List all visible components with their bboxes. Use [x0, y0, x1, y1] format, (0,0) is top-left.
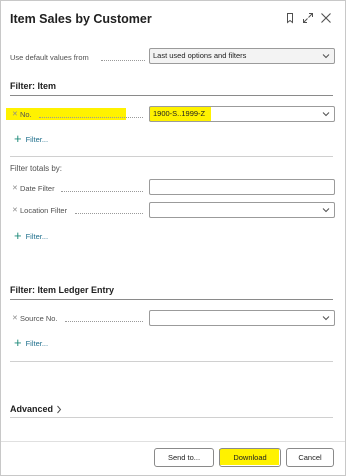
chevron-down-icon — [322, 316, 330, 321]
chevron-down-icon — [322, 208, 330, 213]
filter-ledger-heading: Filter: Item Ledger Entry — [10, 285, 115, 295]
section-divider — [10, 417, 333, 418]
no-filter-field[interactable]: 1900-S..1999-Z — [149, 106, 335, 122]
add-ledger-filter-link[interactable]: + Filter... — [14, 335, 49, 350]
cancel-button[interactable]: Cancel — [286, 448, 334, 467]
defaults-select[interactable]: Last used options and filters — [149, 48, 335, 64]
add-filter-label: Filter... — [25, 134, 49, 144]
no-leader-dots — [39, 117, 143, 118]
source-no-select[interactable] — [149, 310, 335, 326]
add-filter-label: Filter... — [25, 231, 49, 241]
add-item-filter-link[interactable]: + Filter... — [14, 131, 49, 146]
plus-icon: + — [14, 131, 22, 146]
plus-icon: + — [14, 228, 22, 243]
bookmark-icon[interactable] — [283, 11, 297, 25]
filter-item-heading: Filter: Item — [10, 81, 57, 91]
defaults-select-value: Last used options and filters — [153, 51, 247, 60]
dialog-title: Item Sales by Customer — [10, 12, 152, 26]
remove-filter-icon[interactable]: ✕ — [12, 206, 18, 214]
remove-filter-icon[interactable]: ✕ — [12, 110, 18, 118]
download-button[interactable]: Download — [219, 448, 281, 467]
location-filter-select[interactable] — [149, 202, 335, 218]
chevron-down-icon — [322, 54, 330, 59]
plus-icon: + — [14, 335, 22, 350]
section-divider — [10, 361, 333, 362]
close-icon[interactable] — [319, 11, 333, 25]
report-request-dialog: Item Sales by Customer Use default value… — [0, 0, 346, 476]
source-leader-dots — [65, 321, 143, 322]
location-leader-dots — [75, 213, 143, 214]
chevron-down-icon — [322, 112, 330, 117]
advanced-toggle[interactable]: Advanced — [10, 404, 62, 414]
filter-totals-heading: Filter totals by: — [10, 164, 63, 173]
no-filter-label: No. — [20, 110, 32, 119]
advanced-label: Advanced — [10, 404, 54, 414]
chevron-right-icon — [57, 405, 62, 413]
location-filter-label: Location Filter — [20, 206, 68, 215]
remove-filter-icon[interactable]: ✕ — [12, 184, 18, 192]
section-divider — [10, 299, 333, 300]
add-filter-label: Filter... — [25, 338, 49, 348]
expand-icon[interactable] — [301, 11, 315, 25]
source-no-label: Source No. — [20, 314, 58, 323]
send-to-button[interactable]: Send to... — [154, 448, 214, 467]
date-filter-input[interactable] — [149, 179, 335, 195]
remove-filter-icon[interactable]: ✕ — [12, 314, 18, 322]
date-filter-label: Date Filter — [20, 184, 55, 193]
date-leader-dots — [61, 191, 143, 192]
no-filter-value: 1900-S..1999-Z — [153, 109, 206, 118]
section-divider — [10, 156, 333, 157]
footer-divider — [1, 441, 345, 442]
add-totals-filter-link[interactable]: + Filter... — [14, 228, 49, 243]
defaults-label: Use default values from — [10, 53, 89, 62]
section-divider — [10, 95, 333, 96]
defaults-leader-dots — [101, 60, 145, 61]
